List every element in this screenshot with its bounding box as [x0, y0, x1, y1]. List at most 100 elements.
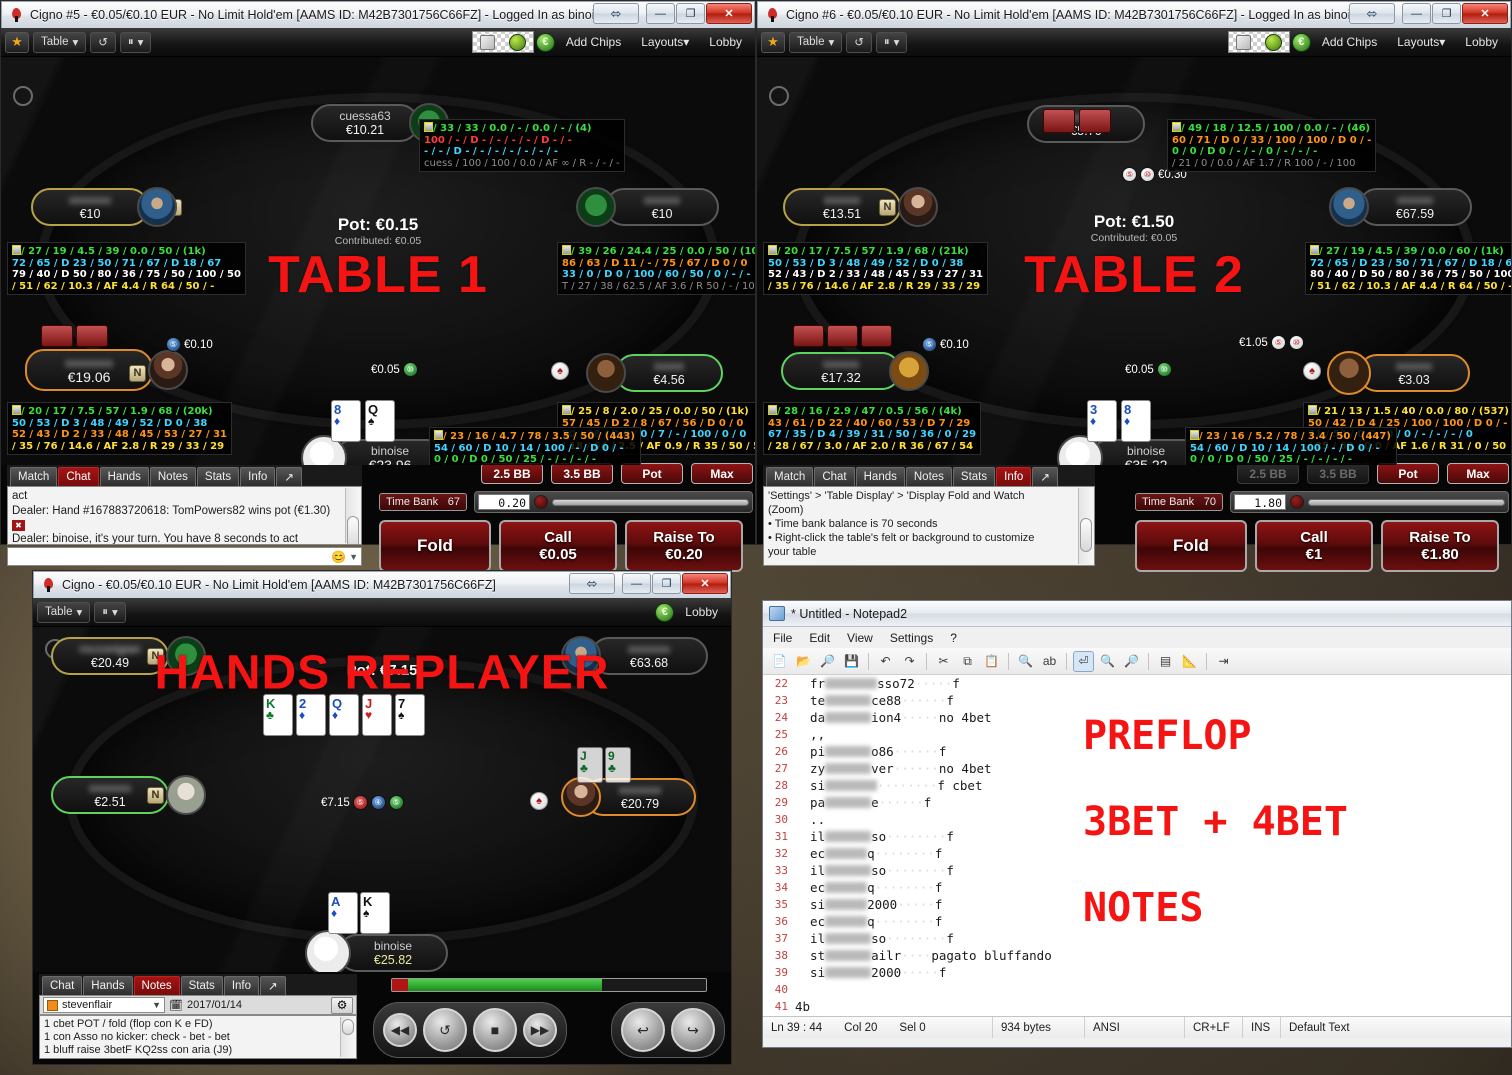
hud-overlay-hero-left[interactable]: / 20 / 17 / 7.5 / 57 / 1.9 / 68 / (20k) …: [7, 402, 232, 455]
close-button-replayer[interactable]: ✕: [682, 573, 728, 594]
menu-settings[interactable]: Settings: [890, 631, 933, 645]
layouts-button-1[interactable]: Layouts ▾: [632, 32, 698, 53]
chat-panel-1[interactable]: Match Chat Hands Notes Stats Info ↗ act …: [7, 465, 362, 566]
lobby-button-2[interactable]: Lobby: [1456, 32, 1507, 53]
call-button-1[interactable]: Call €0.05: [499, 520, 617, 572]
replay-icon[interactable]: ↺: [423, 1008, 467, 1052]
scrollbar-thumb[interactable]: [347, 516, 359, 544]
seat-top-left-2[interactable]: xxxxxx €13.51 N: [783, 187, 938, 227]
sitout-next-hand-2[interactable]: Sit out next hand: [771, 464, 885, 465]
notepad-toolbar[interactable]: 📄 📂 🔎 💾 ↶ ↷ ✂ ⧉ 📋 🔍 ab ⏎ 🔍 🔎 ▤ 📐 ⇥: [763, 648, 1511, 675]
replayer-notes-panel[interactable]: Chat Hands Notes Stats Info ↗ stevenflai…: [39, 974, 357, 1059]
seat-bottom-left-1[interactable]: xxxxxxxx €19.06 N: [25, 349, 188, 391]
bet-25bb-button-2[interactable]: 2.5 BB: [1237, 463, 1299, 484]
customize-icon[interactable]: 📐: [1179, 651, 1200, 672]
bet-pot-button-2[interactable]: Pot: [1377, 463, 1439, 484]
notepad-text-area[interactable]: PREFLOP 3BET + 4BET NOTES 22 fr sso72····…: [763, 675, 1511, 1016]
bet-pot-button-1[interactable]: Pot: [621, 463, 683, 484]
titlebar-table1[interactable]: Cigno #5 - €0.05/€0.10 EUR - No Limit Ho…: [1, 1, 755, 28]
titlebar-replayer[interactable]: Cigno - €0.05/€0.10 EUR - No Limit Hold'…: [33, 571, 731, 598]
fold-button-2[interactable]: Fold: [1135, 520, 1247, 572]
player-plaque[interactable]: xxxxx €4.56: [615, 354, 723, 392]
pause-button-1[interactable]: ⏸ ▾: [119, 31, 152, 53]
playback-controls[interactable]: ◀◀ ↺ ■ ▶▶: [373, 1002, 567, 1058]
tab-hands-2[interactable]: Hands: [855, 467, 905, 486]
table-toolbar-1[interactable]: ★ Table ▾ ↺ ⏸ ▾ € Add Chips Layouts ▾ Lobby: [1, 28, 755, 57]
tab-stats-replayer[interactable]: Stats: [180, 976, 223, 995]
replayer-controls[interactable]: ◀◀ ↺ ■ ▶▶ ↩ ↪: [373, 976, 725, 1058]
titlebar-table2[interactable]: Cigno #6 - €0.05/€0.10 EUR - No Limit Ho…: [757, 1, 1511, 28]
tab-chat-replayer[interactable]: Chat: [42, 976, 83, 995]
action-panel-1[interactable]: 2.5 BB 3.5 BB Pot Max Time Bank 67 0.20 …: [379, 463, 753, 572]
tab-chat-2[interactable]: Chat: [814, 467, 855, 486]
seat-top-right-1[interactable]: xxxxxx €10: [576, 187, 719, 227]
hud-overlay-cuessa63[interactable]: / 33 / 33 / 0.0 / - / 0.0 / - / (4) 100 …: [419, 119, 625, 172]
hud-overlay-2-top[interactable]: / 49 / 18 / 12.5 / 100 / 0.0 / - / (46) …: [1167, 119, 1377, 172]
raise-button-1[interactable]: Raise To €0.20: [625, 520, 743, 572]
notepad-menubar[interactable]: File Edit View Settings ?: [763, 627, 1511, 648]
hud-overlay-seat1[interactable]: / 27 / 19 / 4.5 / 39 / 0.0 / 50 / (1k) 7…: [7, 242, 246, 295]
notepad2-window[interactable]: * Untitled - Notepad2 File Edit View Set…: [762, 600, 1512, 1048]
notepad-line[interactable]: 41 4b: [763, 998, 1511, 1015]
minimize-button-table1[interactable]: —: [646, 3, 675, 24]
alien-avatar-icon[interactable]: [1264, 33, 1282, 51]
toolbar-right-1[interactable]: € Add Chips Layouts ▾ Lobby: [471, 31, 751, 53]
resize-icon[interactable]: ⬄: [569, 573, 615, 594]
bet-25bb-button-1[interactable]: 2.5 BB: [481, 463, 543, 484]
bet-slider-2[interactable]: 1.80: [1230, 491, 1509, 513]
player-plaque[interactable]: xxxxxx €67.59: [1358, 188, 1472, 226]
replace-icon[interactable]: ab: [1039, 651, 1060, 672]
table-menu-button-1[interactable]: Table ▾: [33, 31, 87, 53]
replayer-tabs[interactable]: Chat Hands Notes Stats Info ↗: [39, 974, 357, 995]
menu-help[interactable]: ?: [950, 631, 957, 645]
sitout-next-hand-1[interactable]: Sit out next hand: [15, 464, 129, 465]
table-theme-icons[interactable]: [1227, 31, 1290, 53]
chat-input-1[interactable]: 😊 ▼: [7, 547, 362, 566]
chat-scrollbar-1[interactable]: [345, 488, 360, 544]
refresh-button-2[interactable]: ↺: [846, 31, 872, 53]
note-text[interactable]: 1 cbet POT / fold (flop con K e FD) 1 co…: [39, 1015, 357, 1059]
menu-edit[interactable]: Edit: [809, 631, 830, 645]
table-menu-button-replayer[interactable]: Table ▾: [37, 601, 91, 623]
star-icon[interactable]: ★: [5, 31, 29, 53]
resize-icon[interactable]: ⬄: [593, 3, 639, 24]
checkbox-icon[interactable]: [771, 464, 782, 465]
call-button-2[interactable]: Call €1: [1255, 520, 1373, 572]
resize-icon[interactable]: ⬄: [1349, 3, 1395, 24]
maximize-button-table1[interactable]: ❐: [676, 3, 705, 24]
seat-replayer-bottomleft[interactable]: xxxxxxx €2.51 N: [51, 775, 206, 815]
bet-max-button-2[interactable]: Max: [1447, 463, 1509, 484]
undo-icon[interactable]: ↶: [875, 651, 896, 672]
maximize-button-replayer[interactable]: ❐: [652, 573, 681, 594]
bet-35bb-button-1[interactable]: 3.5 BB: [551, 463, 613, 484]
zoom-out-icon[interactable]: 🔎: [1121, 651, 1142, 672]
info-panel-2[interactable]: Match Chat Hands Notes Stats Info ↗ 'Set…: [763, 465, 1095, 566]
player-plaque[interactable]: cuessa63 €10.21: [311, 104, 419, 142]
bet-slider-1[interactable]: 0.20: [474, 491, 753, 513]
tab-info-1[interactable]: Info: [240, 467, 276, 486]
player-plaque[interactable]: xxxxxx €3.03: [1358, 354, 1470, 392]
close-button-table1[interactable]: ✕: [706, 3, 752, 24]
chevron-down-icon[interactable]: ▼: [349, 552, 358, 562]
cut-icon[interactable]: ✂: [933, 651, 954, 672]
hud-overlay-hero[interactable]: / 23 / 16 / 4.7 / 78 / 3.5 / 50 / (443) …: [429, 427, 641, 465]
note-header[interactable]: stevenflair ▼ 🗓 2017/01/14 ⚙: [39, 995, 357, 1015]
minimize-button-table2[interactable]: —: [1402, 3, 1431, 24]
chat-tabs-1[interactable]: Match Chat Hands Notes Stats Info ↗: [7, 465, 362, 486]
minimize-button-replayer[interactable]: —: [622, 573, 651, 594]
note-player-select[interactable]: stevenflair ▼: [43, 997, 165, 1013]
notepad-line[interactable]: 39 si 2000·····f: [763, 964, 1511, 981]
poker-table-window-2[interactable]: Cigno #6 - €0.05/€0.10 EUR - No Limit Ho…: [756, 0, 1512, 572]
tag-icon[interactable]: [1235, 34, 1251, 50]
scheme-icon[interactable]: ▤: [1155, 651, 1176, 672]
bet-amount-input-2[interactable]: 1.80: [1234, 494, 1286, 510]
zoom-in-icon[interactable]: 🔍: [1097, 651, 1118, 672]
action-panel-2[interactable]: 2.5 BB 3.5 BB Pot Max Time Bank 70 1.80 …: [1135, 463, 1509, 572]
forward-icon[interactable]: ▶▶: [523, 1013, 557, 1047]
note-scrollbar[interactable]: [340, 1017, 355, 1057]
cashier-icon[interactable]: €: [655, 602, 675, 622]
slider-handle-2[interactable]: [1290, 495, 1304, 509]
scrollbar-thumb[interactable]: [342, 1019, 354, 1035]
hud-overlay-2-hero[interactable]: / 23 / 16 / 5.2 / 78 / 3.4 / 50 / (447) …: [1185, 427, 1397, 465]
window-buttons-replayer[interactable]: ⬄ — ❐ ✕: [568, 573, 728, 594]
